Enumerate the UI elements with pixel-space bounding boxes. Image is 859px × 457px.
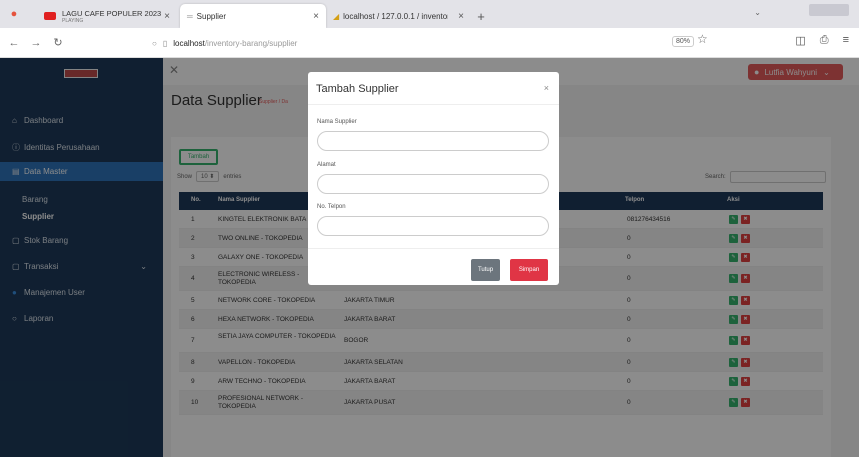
menu-icon[interactable]: ≡	[843, 34, 849, 47]
reload-icon[interactable]: ↻	[50, 36, 66, 49]
url-path: /inventory-barang/supplier	[204, 38, 298, 48]
window-controls[interactable]	[809, 4, 849, 16]
field-label-telpon: No. Telpon	[317, 204, 346, 210]
extensions-icon[interactable]: ⎙	[820, 34, 829, 47]
address-bar[interactable]: ○ ▯ localhost /inventory-barang/supplier	[152, 32, 736, 54]
new-tab-button[interactable]: +	[471, 4, 491, 28]
tab-list-chevron-icon[interactable]: ⌄	[754, 8, 761, 17]
back-icon[interactable]: ←	[6, 37, 22, 49]
tab-close-icon[interactable]: ×	[313, 11, 319, 22]
tutup-button[interactable]: Tutup	[471, 259, 500, 281]
modal-divider	[308, 104, 559, 105]
bookmark-star-icon[interactable]: ☆	[697, 32, 708, 46]
tambah-supplier-modal: Tambah Supplier × Nama Supplier Alamat N…	[308, 72, 559, 285]
telpon-input[interactable]	[317, 216, 549, 236]
field-label-alamat: Alamat	[317, 162, 336, 168]
zoom-indicator[interactable]: 80%	[672, 36, 695, 47]
tab-close-icon[interactable]: ×	[164, 11, 170, 22]
page-info-icon: ▯	[162, 38, 168, 48]
tab-close-icon[interactable]: ×	[458, 11, 464, 22]
shield-icon: ○	[152, 38, 157, 48]
phpmyadmin-icon: ◢	[333, 11, 340, 21]
field-label-nama: Nama Supplier	[317, 119, 357, 125]
forward-icon[interactable]: →	[28, 37, 44, 49]
modal-title: Tambah Supplier	[316, 83, 399, 95]
tab-supplier[interactable]: ═ Supplier ×	[180, 4, 326, 28]
nama-supplier-input[interactable]	[317, 131, 549, 151]
youtube-icon	[44, 12, 56, 20]
tab-music-subtitle: PLAYING	[62, 17, 84, 24]
firefox-icon: ●	[10, 8, 18, 20]
pocket-icon[interactable]: ◫	[795, 34, 805, 47]
alamat-input[interactable]	[317, 174, 549, 194]
page-icon: ═	[187, 11, 193, 21]
url-host: localhost	[173, 38, 205, 48]
browser-tabbar: ● LAGU CAFE POPULER 2023 - Al PLAYING × …	[0, 0, 859, 28]
tab-music-title: LAGU CAFE POPULER 2023 - Al	[62, 8, 162, 18]
modal-close-icon[interactable]: ×	[544, 83, 549, 93]
tab-phpmyadmin-title: localhost / 127.0.0.1 / inventory	[343, 11, 449, 21]
simpan-button[interactable]: Simpan	[510, 259, 548, 281]
tab-music[interactable]: LAGU CAFE POPULER 2023 - Al PLAYING ×	[28, 4, 176, 28]
modal-divider	[308, 248, 559, 249]
browser-navbar: ← → ↻ ○ ▯ localhost /inventory-barang/su…	[0, 28, 859, 58]
tab-supplier-title: Supplier	[196, 11, 227, 21]
tab-phpmyadmin[interactable]: ◢ localhost / 127.0.0.1 / inventory ×	[326, 4, 471, 28]
